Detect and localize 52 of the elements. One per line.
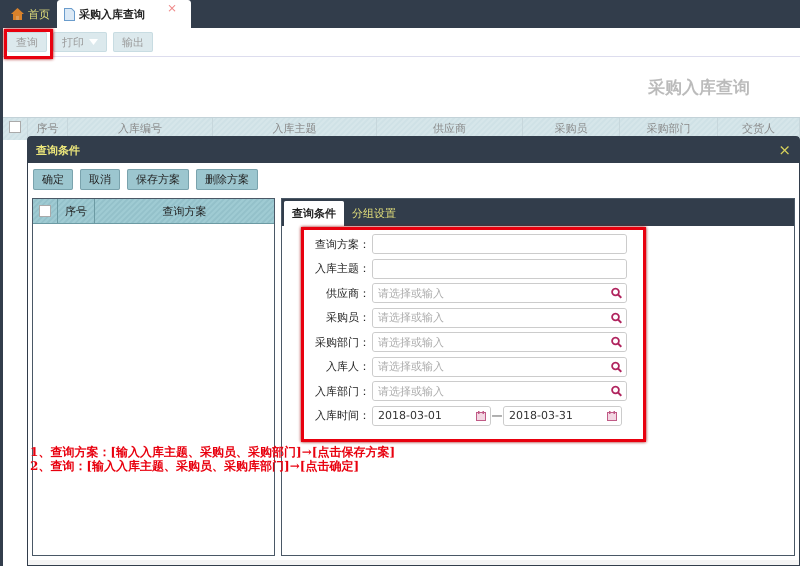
field-label: 采购员： <box>325 310 371 326</box>
input-field[interactable] <box>372 258 627 279</box>
range-separator: — <box>491 409 503 422</box>
column-header: 入库主题 <box>272 121 316 137</box>
input-field[interactable] <box>372 234 627 254</box>
house-icon <box>11 8 24 20</box>
page-tab[interactable]: 首页 <box>4 0 57 28</box>
calendar-icon[interactable] <box>607 410 617 421</box>
field-label: 入库时间： <box>314 408 371 424</box>
tab-label: 采购入库查询 <box>79 6 145 22</box>
close-icon[interactable]: × <box>778 141 791 159</box>
tab-label: 首页 <box>28 6 50 22</box>
field-label: 入库人： <box>325 359 371 374</box>
date-field[interactable]: 2018-03-31 <box>503 406 622 426</box>
column-header: 序号 <box>36 121 58 137</box>
column-header: 供应商 <box>433 121 466 137</box>
lookup-field[interactable]: 请选择或输入 <box>372 356 627 377</box>
field-label: 查询方案： <box>314 236 371 252</box>
column-header: 交货人 <box>742 121 775 137</box>
document-icon <box>64 8 75 20</box>
date-field[interactable]: 2018-03-01 <box>372 406 491 426</box>
column-header: 采购员 <box>554 121 588 137</box>
search-icon[interactable] <box>611 336 622 348</box>
page-tab[interactable]: 采购入库查询 × <box>57 0 191 28</box>
field-label: 入库部门： <box>314 384 371 399</box>
lookup-field[interactable]: 请选择或输入 <box>372 332 627 352</box>
field-label: 入库主题： <box>314 261 371 276</box>
search-icon[interactable] <box>611 288 622 299</box>
panel-tab[interactable]: 查询条件 <box>284 201 344 226</box>
search-icon[interactable] <box>611 361 622 372</box>
lookup-field[interactable]: 请选择或输入 <box>372 308 627 328</box>
dialog-title: 查询条件 <box>36 142 80 158</box>
dialog-button[interactable]: 确定 <box>33 169 73 190</box>
highlight-frame <box>4 29 53 59</box>
dialog-button[interactable]: 取消 <box>80 169 120 190</box>
lookup-field[interactable]: 请选择或输入 <box>372 381 627 402</box>
checkbox[interactable] <box>39 205 51 217</box>
search-icon[interactable] <box>611 386 622 397</box>
lookup-field[interactable]: 请选择或输入 <box>372 283 627 304</box>
calendar-icon[interactable] <box>476 410 486 421</box>
column-header: 查询方案 <box>162 204 206 218</box>
field-label: 采购部门： <box>314 334 371 350</box>
checkbox[interactable] <box>9 121 21 133</box>
dialog-button[interactable]: 保存方案 <box>127 169 189 190</box>
panel-tab[interactable]: 分组设置 <box>344 201 404 226</box>
field-label: 供应商： <box>325 286 371 301</box>
search-icon[interactable] <box>611 312 622 324</box>
column-header: 采购部门 <box>646 121 690 137</box>
column-header: 入库编号 <box>118 121 162 137</box>
column-header: 序号 <box>65 204 87 218</box>
dialog-button[interactable]: 删除方案 <box>196 169 258 190</box>
page-title: 采购入库查询 <box>648 76 750 98</box>
